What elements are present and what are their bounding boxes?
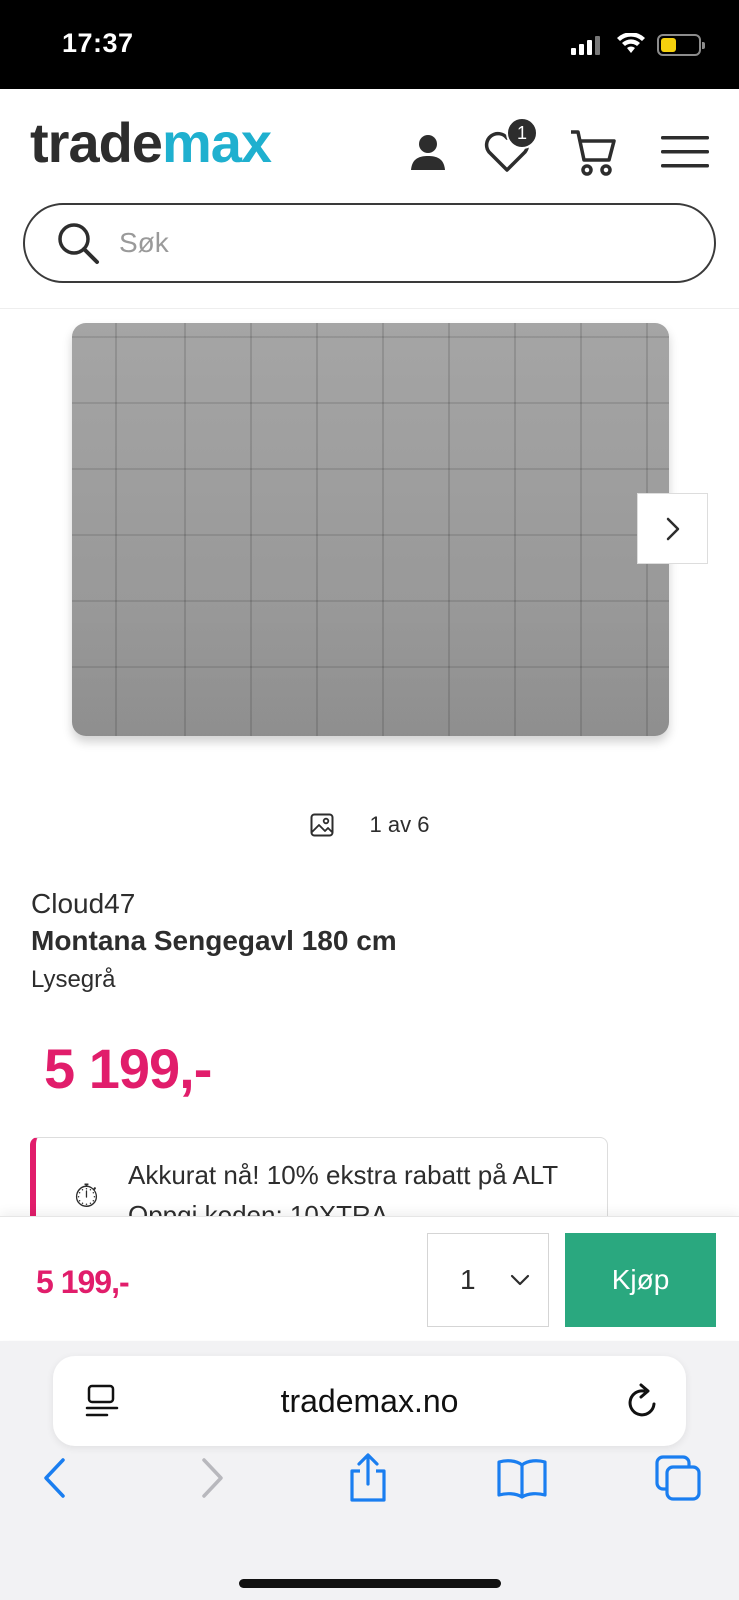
search-input[interactable]: [119, 227, 659, 259]
hamburger-menu-icon[interactable]: [658, 125, 712, 179]
url-text: trademax.no: [280, 1382, 459, 1419]
wishlist-heart-icon[interactable]: 1: [480, 117, 538, 179]
sticky-buy-bar: 5 199,- 1 Kjøp: [0, 1216, 739, 1340]
back-button[interactable]: [24, 1448, 84, 1508]
status-bar: 17:37: [0, 0, 739, 89]
product-brand[interactable]: Cloud47: [31, 888, 135, 920]
browser-toolbar: trademax.no: [0, 1341, 739, 1600]
trademax-logo[interactable]: trademax: [30, 115, 272, 171]
logo-text-max: max: [161, 111, 272, 174]
site-header: trademax 1: [0, 89, 739, 309]
search-bar[interactable]: [23, 203, 716, 283]
account-icon[interactable]: [401, 125, 455, 179]
product-price: 5 199,-: [44, 1037, 212, 1100]
chevron-right-icon: [202, 1458, 223, 1498]
cellular-signal-icon: [571, 36, 600, 55]
promo-line-1: Akkurat nå! 10% ekstra rabatt på ALT: [128, 1160, 559, 1190]
share-button[interactable]: [338, 1448, 398, 1508]
share-icon: [350, 1453, 386, 1502]
reader-mode-icon[interactable]: [85, 1384, 119, 1418]
buy-button[interactable]: Kjøp: [565, 1233, 716, 1327]
wishlist-count-badge: 1: [506, 117, 538, 149]
book-icon: [497, 1459, 547, 1499]
address-bar[interactable]: trademax.no: [53, 1356, 686, 1446]
cart-icon[interactable]: [566, 125, 620, 179]
chevron-right-icon: [666, 517, 679, 540]
tabs-icon: [655, 1455, 701, 1501]
product-image-headboard: [72, 323, 669, 736]
buy-bar-price: 5 199,-: [36, 1264, 130, 1300]
product-image-gallery[interactable]: [0, 310, 739, 770]
gallery-next-button[interactable]: [637, 493, 708, 564]
stopwatch-icon: ⏱: [74, 1178, 99, 1214]
reload-icon[interactable]: [624, 1382, 660, 1420]
product-variant: Lysegrå: [31, 966, 116, 993]
wifi-icon: [617, 33, 645, 53]
gallery-counter: 1 av 6: [0, 812, 739, 838]
quantity-select[interactable]: 1: [427, 1233, 549, 1327]
image-icon: [310, 813, 334, 837]
home-indicator: [239, 1579, 501, 1588]
quantity-value: 1: [460, 1264, 476, 1295]
tabs-button[interactable]: [648, 1448, 708, 1508]
battery-icon: [657, 34, 705, 56]
chevron-left-icon: [44, 1458, 65, 1498]
product-title: Montana Sengegavl 180 cm: [31, 925, 397, 956]
chevron-down-icon: [510, 1274, 530, 1286]
forward-button[interactable]: [183, 1448, 243, 1508]
gallery-counter-text: 1 av 6: [369, 812, 430, 837]
search-icon: [58, 223, 99, 264]
bookmarks-button[interactable]: [492, 1448, 552, 1508]
logo-text-trade: trade: [30, 111, 163, 174]
status-time: 17:37: [62, 28, 134, 58]
